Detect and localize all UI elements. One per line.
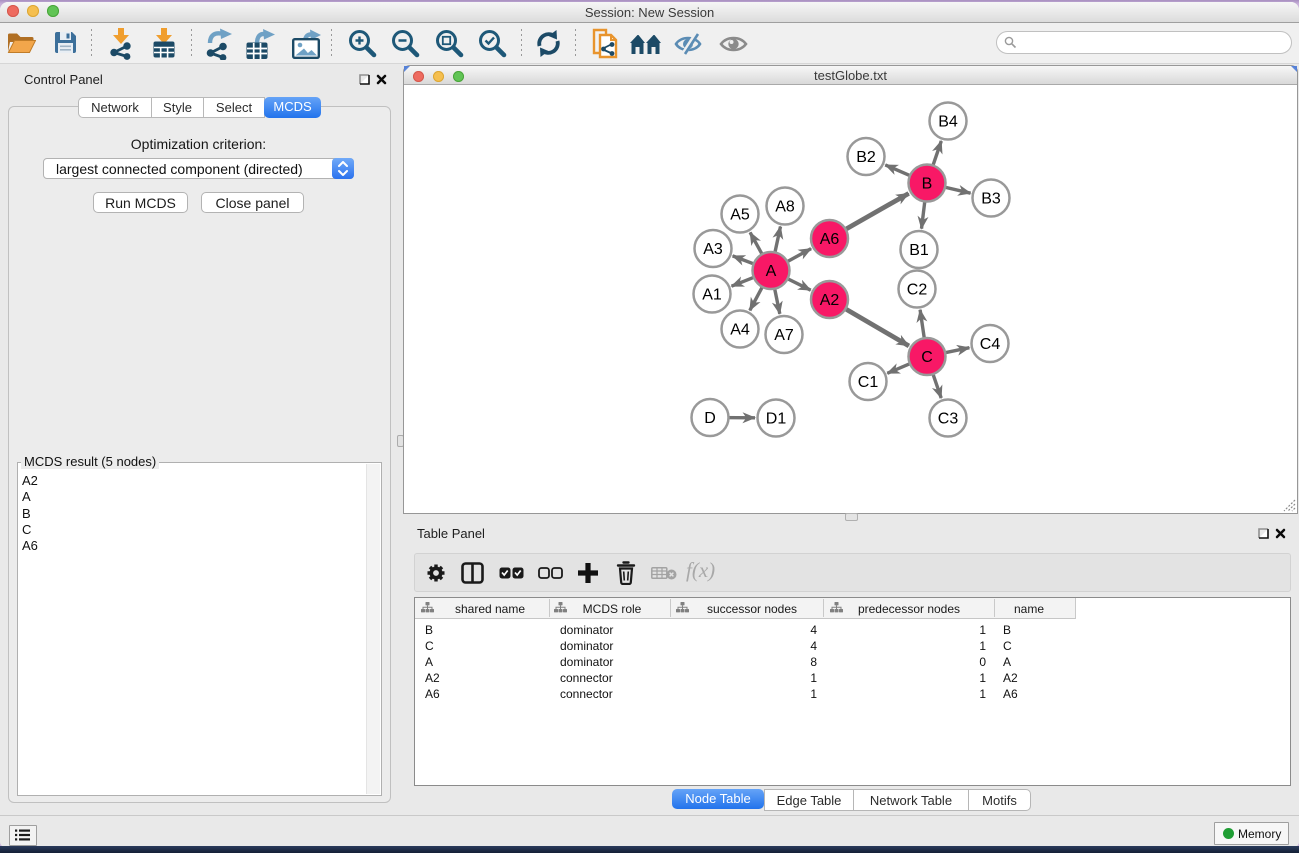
svg-text:D1: D1 (766, 411, 787, 428)
svg-text:A3: A3 (703, 241, 723, 258)
svg-text:B: B (922, 176, 933, 193)
svg-text:A4: A4 (730, 322, 750, 339)
svg-text:A1: A1 (702, 287, 722, 304)
svg-text:C4: C4 (980, 336, 1001, 353)
svg-text:A: A (766, 263, 777, 280)
svg-text:B1: B1 (909, 242, 929, 259)
svg-text:B4: B4 (938, 114, 958, 131)
svg-text:D: D (704, 410, 716, 427)
svg-text:A8: A8 (775, 199, 795, 216)
svg-text:B2: B2 (856, 149, 876, 166)
svg-text:C2: C2 (907, 282, 928, 299)
svg-text:B3: B3 (981, 191, 1001, 208)
svg-text:C1: C1 (858, 374, 879, 391)
svg-text:C: C (921, 349, 933, 366)
svg-text:A6: A6 (820, 231, 840, 248)
svg-text:A7: A7 (774, 327, 794, 344)
svg-text:A5: A5 (730, 207, 750, 224)
svg-text:C3: C3 (938, 411, 959, 428)
svg-text:A2: A2 (820, 292, 840, 309)
